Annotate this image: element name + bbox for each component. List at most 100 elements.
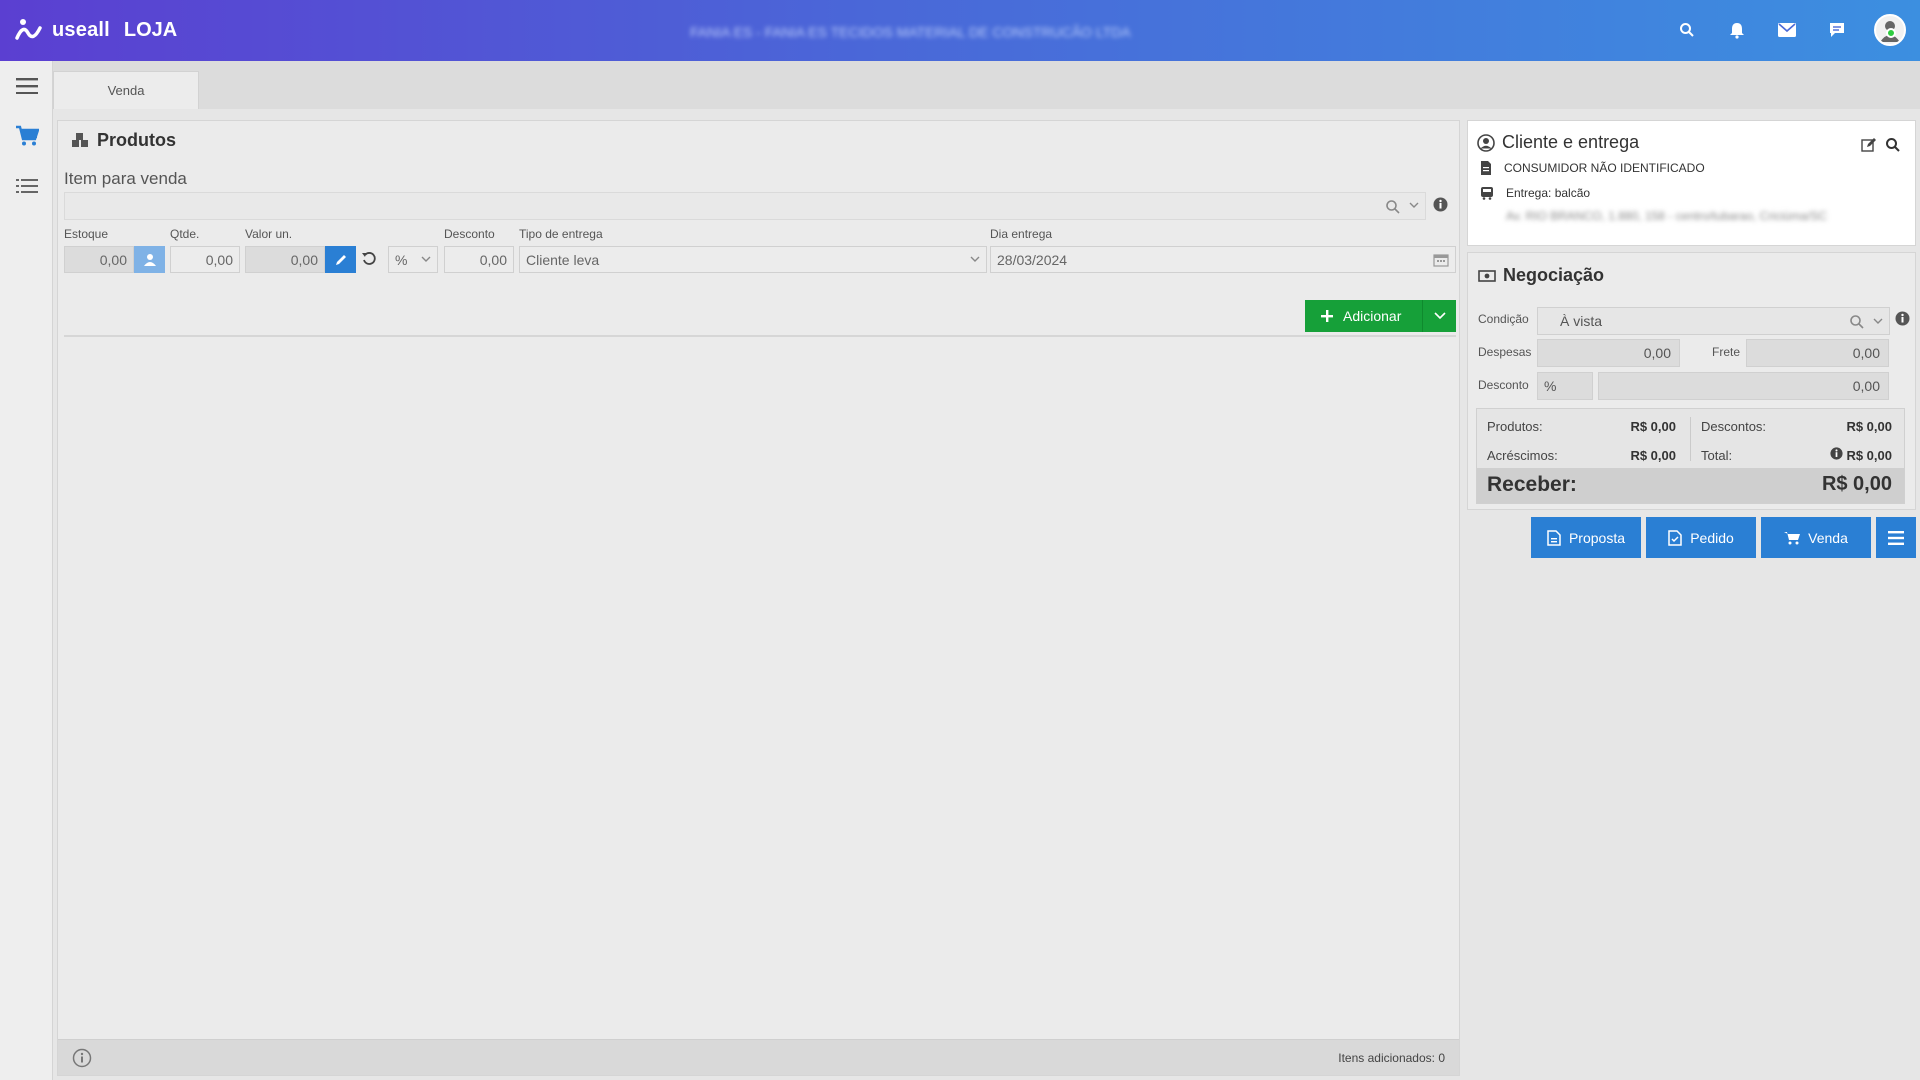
delivery-type: Entrega: balcão	[1506, 186, 1591, 200]
user-avatar[interactable]	[1874, 14, 1906, 46]
money-icon	[1478, 269, 1496, 282]
receber-value: R$ 0,00	[1821, 473, 1892, 495]
client-delivery-card: Cliente e entrega CONSUMIDOR NÃO IDENTIF…	[1467, 120, 1916, 246]
totals-summary: Produtos: R$ 0,00 Acréscimos: R$ 0,00 De…	[1476, 408, 1905, 504]
info-circle-icon[interactable]	[72, 1048, 92, 1068]
search-icon[interactable]	[1849, 314, 1865, 330]
desconto-input[interactable]: 0,00	[1598, 372, 1889, 400]
edit-icon[interactable]	[1861, 137, 1877, 153]
tipo-entrega-label: Tipo de entrega	[519, 227, 603, 241]
info-icon[interactable]	[1433, 197, 1448, 212]
info-icon[interactable]	[1830, 447, 1843, 460]
cart-icon	[1784, 531, 1801, 544]
frete-input[interactable]: 0,00	[1746, 339, 1889, 367]
frete-label: Frete	[1712, 345, 1741, 359]
document-icon	[1481, 161, 1491, 175]
condicao-select[interactable]: À vista	[1537, 307, 1890, 335]
descontos-value: R$ 0,00	[1846, 419, 1892, 434]
client-title: Cliente e entrega	[1477, 132, 1639, 153]
products-footer: Itens adicionados: 0	[58, 1039, 1459, 1075]
add-item-button[interactable]: Adicionar	[1305, 300, 1456, 332]
app-logo[interactable]: useall LOJA	[14, 16, 177, 46]
desconto-label: Desconto	[1478, 378, 1529, 392]
online-status-dot	[1886, 28, 1896, 38]
pedido-button[interactable]: Pedido	[1646, 517, 1756, 558]
module-name: LOJA	[123, 19, 178, 41]
cart-icon	[15, 125, 39, 146]
info-icon[interactable]	[1895, 311, 1910, 326]
despesas-label: Despesas	[1478, 345, 1532, 359]
chevron-down-icon	[1433, 312, 1446, 320]
discount-pct-select[interactable]: %	[1537, 372, 1593, 400]
tipo-entrega-select[interactable]: Cliente leva	[519, 246, 987, 273]
chat-icon[interactable]	[1824, 17, 1850, 43]
user-circle-icon	[1477, 133, 1495, 152]
list-icon	[15, 179, 38, 193]
chevron-down-icon[interactable]	[1873, 317, 1883, 325]
chevron-down-icon	[970, 256, 980, 262]
negotiation-card: Negociação Condição À vista Despesas 0,0…	[1467, 252, 1916, 510]
bus-icon	[1481, 187, 1493, 200]
chevron-down-icon	[421, 256, 431, 262]
mail-icon[interactable]	[1774, 17, 1800, 43]
top-bar: useall LOJA FANIA ES - FANIA ES TECIDOS …	[0, 0, 1920, 61]
search-icon[interactable]	[1674, 17, 1700, 43]
pencil-icon	[335, 254, 346, 265]
hamburger-icon	[1888, 530, 1904, 545]
client-name: CONSUMIDOR NÃO IDENTIFICADO	[1504, 161, 1705, 175]
dia-entrega-input[interactable]: 28/03/2024	[990, 246, 1456, 273]
calendar-icon[interactable]	[1433, 253, 1449, 267]
items-count: Itens adicionados: 0	[1338, 1051, 1445, 1065]
venda-button[interactable]: Venda	[1761, 517, 1871, 558]
valor-input[interactable]: 0,00	[245, 246, 325, 273]
notification-bell-icon[interactable]	[1724, 17, 1750, 43]
brand-name: useall	[52, 19, 110, 41]
add-options-dropdown[interactable]	[1423, 312, 1456, 320]
descontos-label: Descontos:	[1701, 419, 1767, 434]
edit-price-button[interactable]	[325, 246, 356, 273]
plus-icon	[1321, 310, 1333, 322]
estoque-field: 0,00	[64, 246, 134, 273]
item-search-input[interactable]	[64, 192, 1426, 220]
acrescimos-value: R$ 0,00	[1630, 448, 1676, 463]
products-panel: Produtos Item para venda Estoque 0,00 Qt…	[57, 120, 1460, 1076]
produtos-total-value: R$ 0,00	[1630, 419, 1676, 434]
produtos-total-label: Produtos:	[1487, 419, 1543, 434]
search-icon[interactable]	[1385, 199, 1401, 215]
despesas-input[interactable]: 0,00	[1537, 339, 1680, 367]
sales-nav-button[interactable]	[0, 111, 53, 161]
add-button-main[interactable]: Adicionar	[1305, 300, 1423, 332]
delivery-address: Av. RIO BRANCO, 1.880, 158 - centro/tuba…	[1506, 209, 1828, 223]
qtde-label: Qtde.	[170, 227, 200, 241]
qtde-input[interactable]: 0,00	[170, 246, 240, 273]
discount-type-select[interactable]: %	[388, 246, 438, 273]
list-nav-button[interactable]	[0, 161, 53, 211]
tab-bar: Venda	[53, 61, 1920, 109]
receber-label: Receber:	[1487, 473, 1577, 496]
warehouse-icon	[143, 253, 156, 266]
search-icon[interactable]	[1885, 137, 1901, 153]
stock-lookup-button[interactable]	[134, 246, 165, 273]
more-actions-button[interactable]	[1876, 517, 1916, 558]
chevron-down-icon[interactable]	[1409, 201, 1419, 209]
desconto-input[interactable]: 0,00	[444, 246, 514, 273]
receber-row: Receber: R$ 0,00	[1477, 468, 1904, 503]
negotiation-title: Negociação	[1478, 265, 1604, 286]
left-rail	[0, 61, 53, 1080]
hamburger-icon	[15, 78, 38, 94]
reset-price-button[interactable]	[361, 251, 377, 270]
desconto-label: Desconto	[444, 227, 495, 241]
total-value: R$ 0,00	[1846, 448, 1892, 463]
undo-icon	[362, 252, 376, 265]
tab-venda[interactable]: Venda	[53, 71, 199, 109]
menu-button[interactable]	[0, 61, 53, 111]
useall-logo-icon	[15, 18, 42, 40]
client-name-row: CONSUMIDOR NÃO IDENTIFICADO	[1480, 161, 1705, 175]
proposta-button[interactable]: Proposta	[1531, 517, 1641, 558]
company-title: FANIA ES - FANIA ES TECIDOS MATERIAL DE …	[690, 24, 1131, 40]
valor-label: Valor un.	[245, 227, 293, 241]
products-title: Produtos	[70, 130, 176, 151]
dia-entrega-label: Dia entrega	[990, 227, 1053, 241]
document-icon	[1547, 529, 1561, 546]
delivery-row: Entrega: balcão	[1480, 186, 1590, 200]
